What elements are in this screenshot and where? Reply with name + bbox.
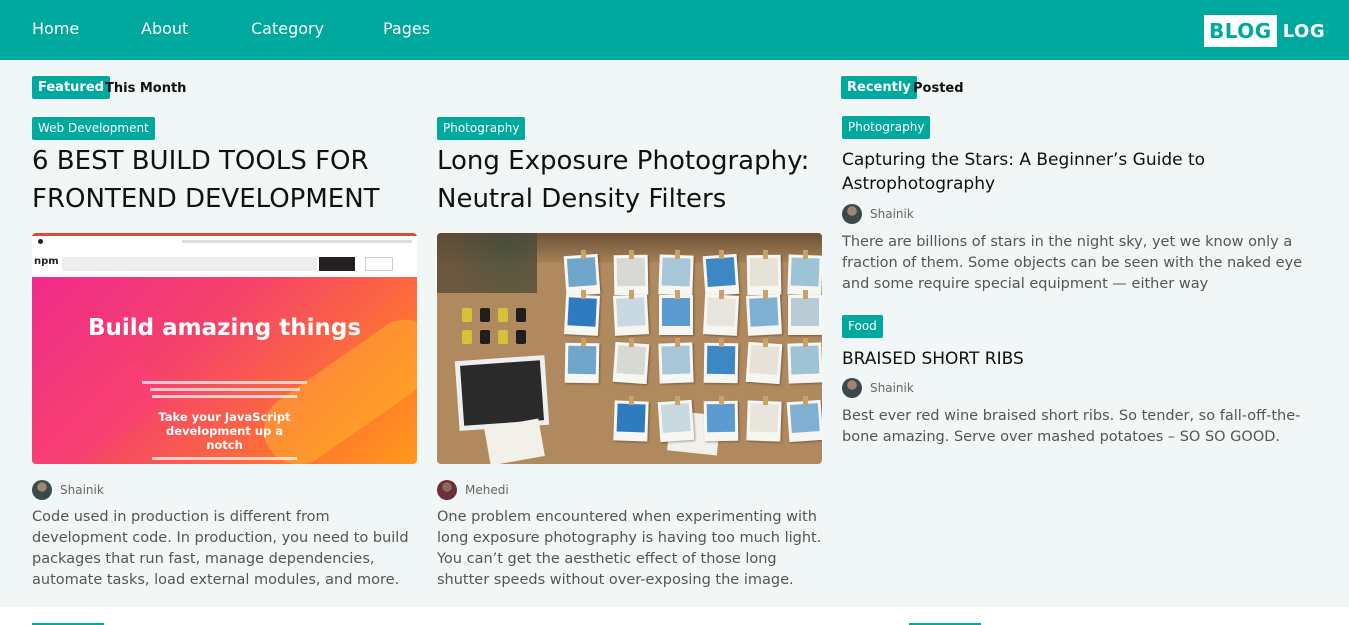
clip [675,250,680,259]
polaroid-photo [612,341,650,385]
avatar [842,204,862,224]
photo-background [437,233,822,464]
post-excerpt: Code used in production is different fro… [32,509,409,588]
nav-home-link[interactable]: Home [32,19,79,38]
post-category-badge[interactable]: Food [842,315,883,338]
post-thumbnail[interactable] [437,233,822,464]
featured-suffix: This Month [105,81,187,96]
clip [719,290,724,299]
npm-header: npm [32,233,417,277]
author-name: Shainik [870,207,914,221]
clip [803,338,808,347]
avatar [842,378,862,398]
author-name: Shainik [60,483,104,497]
polaroid-photo [746,400,782,442]
clip [675,396,680,405]
nav-about-link[interactable]: About [141,19,188,38]
polaroid-photo [703,342,739,384]
clip [719,250,724,259]
post-title[interactable]: Capturing the Stars: A Beginner’s Guide … [842,148,1322,196]
film-canister [516,330,526,344]
avatar [437,480,457,500]
post-title[interactable]: BRAISED SHORT RIBS [842,347,1322,371]
polaroid-photo [787,342,822,384]
post-excerpt: Best ever red wine braised short ribs. S… [842,408,1301,445]
main-content: Featured This Month Web Development 6 BE… [0,60,1349,607]
post-author[interactable]: Shainik [842,378,914,398]
post-author[interactable]: Mehedi [437,480,509,500]
nav-pages-link[interactable]: Pages [383,19,430,38]
npm-logo: npm [34,256,59,267]
film-canister [480,330,490,344]
navbar: Home About Category Pages BLOG LOG [0,0,1349,60]
clip [675,290,680,299]
post-title[interactable]: Long Exposure Photography: Neutral Densi… [437,142,832,218]
logo-box: BLOG [1204,15,1277,47]
avatar [32,480,52,500]
clip [629,290,634,299]
logo-text: LOG [1282,20,1326,42]
featured-badge: Featured [32,76,110,99]
clip [581,338,586,347]
polaroid-photo [612,294,650,336]
post-category-badge[interactable]: Photography [437,117,526,140]
polaroid-photo [659,295,693,335]
polaroid-photo [745,294,783,336]
clip [763,396,768,405]
heart-icon [38,239,43,244]
npm-hero: Build amazing things Take your JavaScrip… [32,277,417,464]
site-logo[interactable]: BLOG LOG [1204,15,1325,47]
clip [719,396,724,405]
npm-hero-title: Build amazing things [87,315,362,341]
clip [803,250,808,259]
polaroid-photo [788,295,822,335]
film-canister [480,308,490,322]
clip [763,290,768,299]
clip [629,250,634,259]
clip [629,338,634,347]
clip [629,396,634,405]
polaroid-photo [786,399,822,443]
film-canister [516,308,526,322]
clip [675,338,680,347]
post-thumbnail[interactable]: npm Build amazing things Take your JavaS… [32,233,417,464]
post-excerpt: There are billions of stars in the night… [842,234,1303,292]
author-name: Shainik [870,381,914,395]
clip [581,290,586,299]
npm-search-button [319,257,355,271]
key-chain-card [484,418,545,464]
polaroid-photo [657,399,695,443]
clip [763,338,768,347]
post-category-badge[interactable]: Photography [842,116,931,139]
polaroid-photo [564,342,600,384]
npm-hero-subtitle: Take your JavaScript development up a no… [158,410,291,452]
clip [581,250,586,259]
film-canister [462,330,472,344]
recent-suffix: Posted [913,81,964,96]
recent-badge: Recently [841,76,917,99]
author-name: Mehedi [465,483,509,497]
jar [437,233,537,293]
npm-search-bar [62,257,317,271]
clip [719,338,724,347]
clip [803,396,808,405]
polaroid-photo [703,400,739,442]
polaroid-photo [702,294,740,336]
post-author[interactable]: Shainik [32,480,104,500]
clip [763,250,768,259]
polaroid-photo [658,342,694,384]
polaroid-photo [745,341,783,385]
polaroid-photo [563,294,601,336]
film-canister [498,308,508,322]
clip [803,290,808,299]
post-excerpt: One problem encountered when experimenti… [437,509,822,588]
post-author[interactable]: Shainik [842,204,914,224]
film-canister [462,308,472,322]
polaroid-photo [613,400,649,442]
film-canister [498,330,508,344]
post-category-badge[interactable]: Web Development [32,117,155,140]
nav-category-link[interactable]: Category [251,19,324,38]
post-title[interactable]: 6 BEST BUILD TOOLS FOR FRONTEND DEVELOPM… [32,142,422,218]
